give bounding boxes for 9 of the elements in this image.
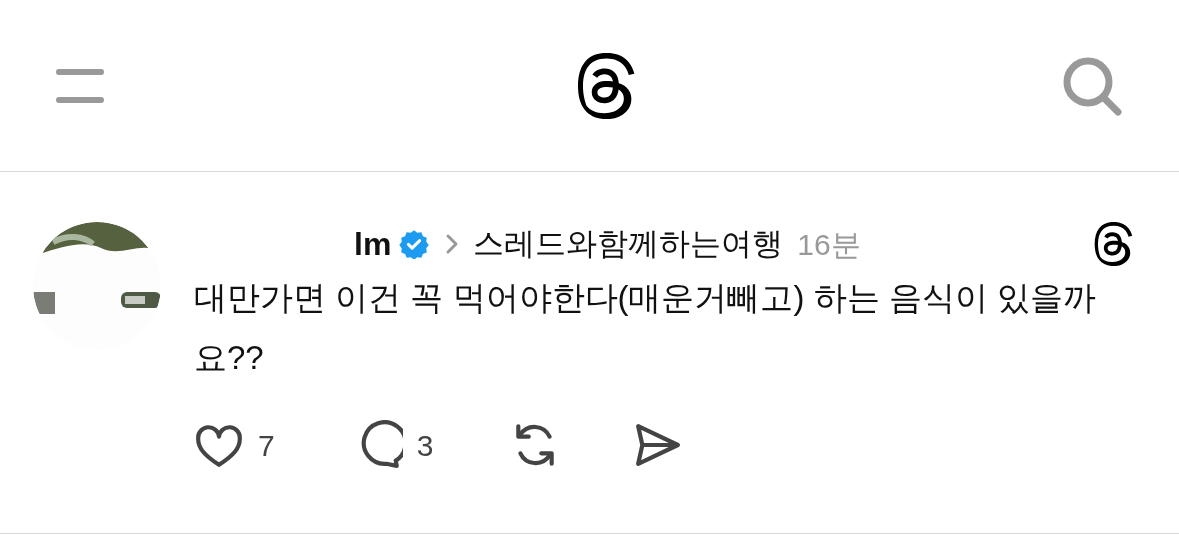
heart-icon — [194, 422, 244, 468]
post-time: 16분 — [797, 226, 861, 263]
post-text: 대만가면 이건 꼭 먹어야한다(매운거빼고) 하는 음식이 있을까요?? — [194, 278, 1097, 378]
reply-button[interactable]: 3 — [352, 420, 434, 470]
menu-icon[interactable] — [56, 68, 104, 103]
chevron-right-icon — [445, 233, 460, 255]
like-button[interactable]: 7 — [194, 422, 275, 468]
username[interactable]: lm — [354, 220, 392, 268]
topic-link[interactable]: 스레드와함께하는여행 — [473, 220, 784, 268]
